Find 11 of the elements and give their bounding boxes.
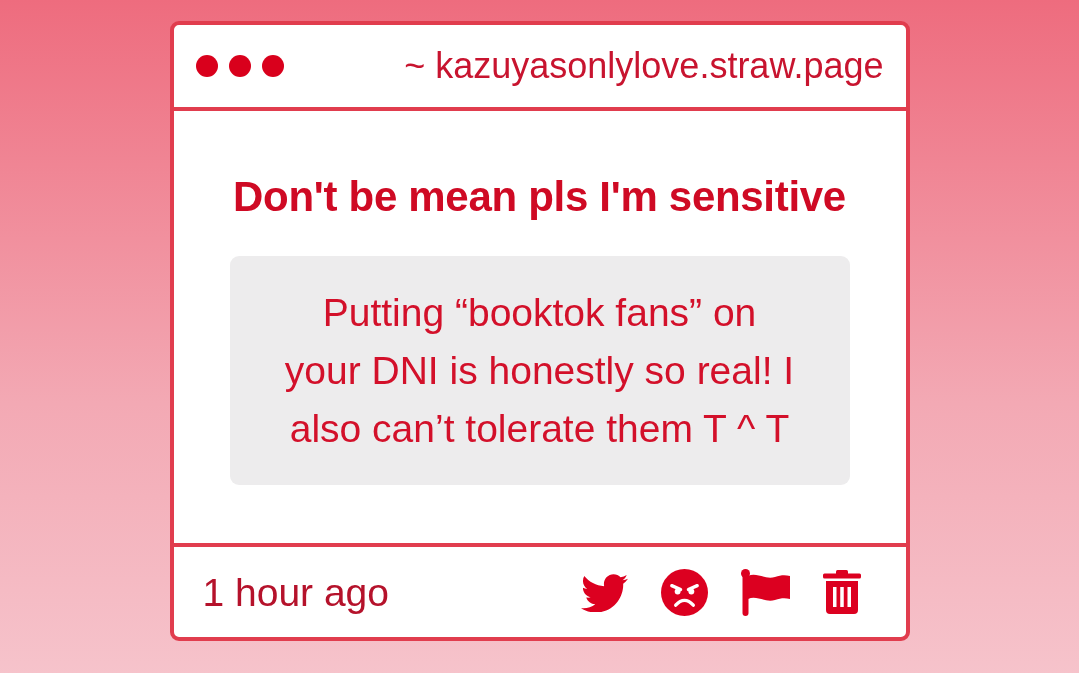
post-title: Don't be mean pls I'm sensitive [232, 172, 847, 222]
angry-face-icon[interactable] [660, 568, 708, 616]
flag-icon[interactable] [740, 568, 790, 616]
page-address: ~ kazuyasonlylove.straw.page [404, 48, 884, 84]
bird-icon[interactable] [580, 572, 628, 612]
message-text: Putting “booktok fans” on your DNI is honestly so real! I also can’t tolerate them T ^ T [229, 256, 850, 485]
post-time: 1 hour ago [202, 572, 389, 612]
trash-icon[interactable] [822, 570, 861, 614]
dot-icon [228, 55, 251, 77]
dot-icon [195, 55, 218, 77]
dot-icon [261, 55, 284, 77]
